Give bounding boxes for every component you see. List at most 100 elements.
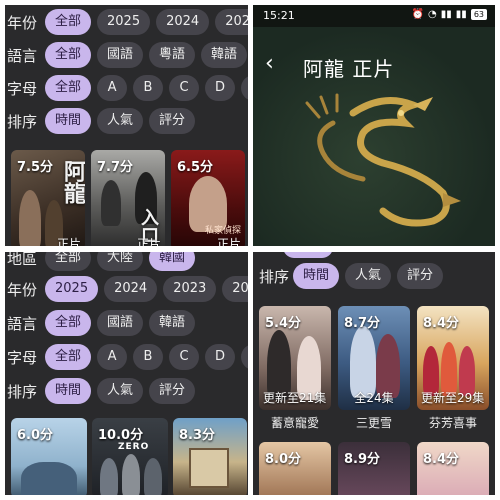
- language-chip-all[interactable]: 全部: [45, 310, 92, 336]
- results-panel-bottom-right: 排序 時間 人氣 評分 5.4分 更新至21集 蓄意寵愛 8.7分 全24集 三…: [253, 252, 495, 495]
- letter-chip-e[interactable]: E: [241, 75, 248, 101]
- poster-building: [189, 448, 229, 488]
- year-chip-2022[interactable]: 2022: [222, 276, 248, 302]
- rating-badge: 10.0分: [98, 428, 144, 443]
- letter-chip-all[interactable]: 全部: [45, 344, 92, 370]
- dragon-logo-icon: [305, 93, 461, 227]
- year-chip-2024[interactable]: 2024: [156, 9, 210, 35]
- status-icons: ⏰ ◔ ▮▮ ▮▮ 63: [412, 9, 487, 20]
- battery-icon: 63: [470, 9, 487, 20]
- selected-chip-cutoff: [283, 252, 333, 258]
- poster-figure: [101, 180, 121, 226]
- language-chip-all[interactable]: 全部: [45, 42, 92, 68]
- poster-figure: [350, 326, 376, 398]
- sort-chip-popularity[interactable]: 人氣: [97, 108, 144, 134]
- movie-card[interactable]: 8.3分: [173, 418, 247, 495]
- language-chip-korean[interactable]: 韓語: [201, 42, 248, 68]
- letter-chip-b[interactable]: B: [133, 75, 164, 101]
- poster-figure: [122, 454, 140, 495]
- episode-status: 正片: [136, 237, 161, 246]
- letter-chip-a[interactable]: A: [97, 75, 128, 101]
- region-filter-row: 地區 全部 大陸 韓國: [5, 252, 201, 273]
- sort-chip-popularity[interactable]: 人氣: [345, 263, 392, 289]
- year-chip-2025[interactable]: 2025: [97, 9, 151, 35]
- sort-filter-row: 排序 時間 人氣 評分: [253, 261, 449, 291]
- sort-chip-time[interactable]: 時間: [45, 378, 92, 404]
- filter-panel-bottom-left: 地區 全部 大陸 韓國 年份 2025 2024 2023 2022 語言 全部…: [5, 252, 248, 495]
- episode-status: 更新至29集: [421, 391, 485, 405]
- sort-filter-row: 排序 時間 人氣 評分: [5, 376, 201, 406]
- drama-card[interactable]: 8.4分: [417, 442, 489, 495]
- sort-filter-row: 排序 時間 人氣 評分: [5, 106, 201, 136]
- drama-title[interactable]: 蓄意寵愛: [259, 414, 331, 431]
- letter-filter-row: 字母 全部 A B C D E: [5, 342, 248, 372]
- movie-card[interactable]: 阿龍 7.5分 正片: [11, 150, 85, 246]
- letter-chip-e[interactable]: E: [241, 344, 248, 370]
- year-chip-2024[interactable]: 2024: [104, 276, 158, 302]
- letter-chip-c[interactable]: C: [169, 75, 200, 101]
- letter-chip-b[interactable]: B: [133, 344, 164, 370]
- letter-filter-label: 字母: [7, 348, 38, 367]
- sort-filter-label: 排序: [259, 267, 290, 286]
- poster-figure: [100, 458, 118, 495]
- sort-chip-time[interactable]: 時間: [45, 108, 92, 134]
- sort-filter-label: 排序: [7, 382, 38, 401]
- language-chip-mandarin[interactable]: 國語: [97, 42, 144, 68]
- episode-status: 正片: [56, 237, 81, 246]
- drama-card[interactable]: 8.9分: [338, 442, 410, 495]
- sort-chip-time[interactable]: 時間: [293, 263, 340, 289]
- region-chip-mainland[interactable]: 大陸: [97, 252, 144, 271]
- letter-chip-all[interactable]: 全部: [45, 75, 92, 101]
- letter-chip-c[interactable]: C: [169, 344, 200, 370]
- drama-card[interactable]: 8.4分 更新至29集: [417, 306, 489, 410]
- poster-calligraphy: 阿龍: [60, 160, 85, 204]
- rating-badge: 8.4分: [423, 316, 460, 331]
- year-chip-2023[interactable]: 2023: [215, 9, 248, 35]
- letter-chip-d[interactable]: D: [205, 344, 236, 370]
- year-chip-all[interactable]: 全部: [45, 9, 92, 35]
- year-chip-2025[interactable]: 2025: [45, 276, 99, 302]
- rating-badge: 8.4分: [423, 452, 460, 467]
- letter-chip-a[interactable]: A: [97, 344, 128, 370]
- rating-badge: 5.4分: [265, 316, 302, 331]
- episode-status: 更新至21集: [263, 391, 327, 405]
- video-title: 阿龍 正片: [303, 57, 395, 81]
- language-chip-korean[interactable]: 韓語: [149, 310, 196, 336]
- back-arrow-icon[interactable]: ‹: [265, 51, 274, 76]
- region-chip-all[interactable]: 全部: [45, 252, 92, 271]
- signal-icon: ▮▮: [455, 9, 467, 20]
- language-filter-row: 語言 全部 國語 粵語 韓語: [5, 40, 248, 70]
- region-filter-label: 地區: [7, 252, 38, 268]
- drama-title[interactable]: 芬芳喜事: [417, 414, 489, 431]
- movie-card[interactable]: 私家偵探 6.5分 正片: [171, 150, 245, 246]
- sort-chip-rating[interactable]: 評分: [397, 263, 444, 289]
- episode-status: 正片: [216, 237, 241, 246]
- drama-card[interactable]: 8.7分 全24集: [338, 306, 410, 410]
- language-chip-cantonese[interactable]: 粵語: [149, 42, 196, 68]
- sort-chip-rating[interactable]: 評分: [149, 378, 196, 404]
- year-filter-row: 年份 2025 2024 2023 2022: [5, 274, 248, 304]
- episode-status: 全24集: [354, 391, 394, 405]
- signal-icon: ▮▮: [440, 9, 452, 20]
- region-chip-korea[interactable]: 韓國: [149, 252, 196, 271]
- movie-card[interactable]: ZERO 10.0分: [92, 418, 168, 495]
- sort-chip-rating[interactable]: 評分: [149, 108, 196, 134]
- language-filter-label: 語言: [7, 46, 38, 65]
- movie-card[interactable]: 6.0分: [11, 418, 87, 495]
- drama-title[interactable]: 三更雪: [338, 414, 410, 431]
- language-filter-label: 語言: [7, 314, 38, 333]
- status-time: 15:21: [263, 9, 295, 22]
- movie-card[interactable]: 入口 7.7分 正片: [91, 150, 165, 246]
- year-chip-2023[interactable]: 2023: [163, 276, 217, 302]
- letter-chip-d[interactable]: D: [205, 75, 236, 101]
- rating-badge: 7.5分: [17, 160, 54, 175]
- year-filter-row: 年份 全部 2025 2024 2023: [5, 7, 248, 37]
- poster-figure: [441, 342, 457, 396]
- language-chip-mandarin[interactable]: 國語: [97, 310, 144, 336]
- sort-chip-popularity[interactable]: 人氣: [97, 378, 144, 404]
- poster-figure: [144, 458, 162, 495]
- drama-card[interactable]: 8.0分: [259, 442, 331, 495]
- drama-card[interactable]: 5.4分 更新至21集: [259, 306, 331, 410]
- wifi-icon: ◔: [428, 9, 437, 20]
- rating-badge: 8.9分: [344, 452, 381, 467]
